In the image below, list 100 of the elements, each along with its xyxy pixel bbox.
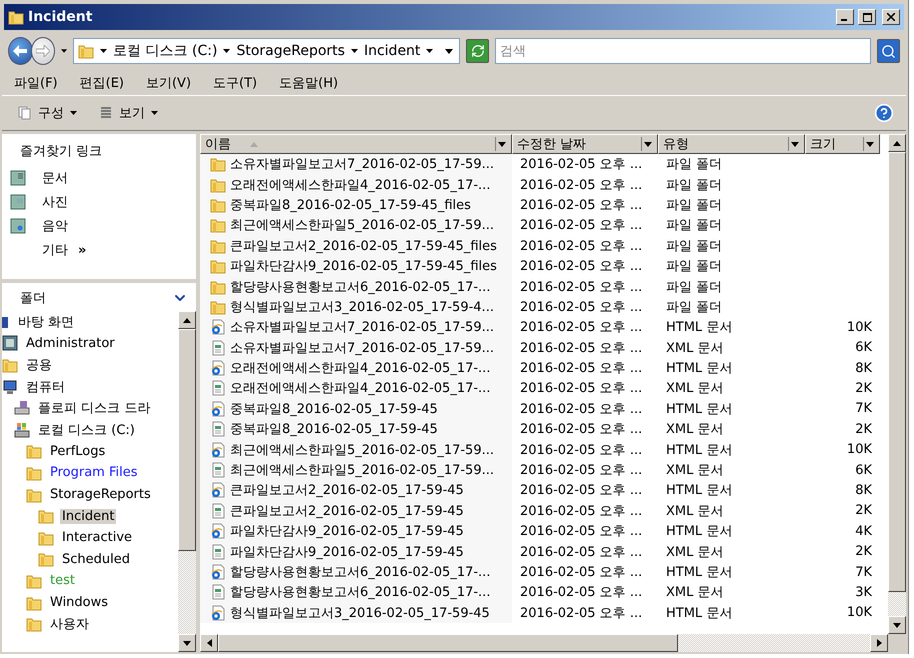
favorite-link[interactable]: 사진 [42,193,68,211]
more-chevron[interactable]: » [78,242,86,258]
folder-icon [38,508,54,524]
table-cell-text: XML 문서 [665,421,724,438]
caret-icon [223,49,230,53]
breadcrumb[interactable]: StorageReports [236,43,345,59]
table-cell-text: 4K [854,524,873,539]
scrollbar[interactable] [178,311,196,652]
tree-item[interactable]: Windows [48,595,110,610]
menu-item[interactable]: 파일(F) [14,74,58,92]
caret-icon [151,111,158,115]
breadcrumb[interactable]: 로컬 디스크 (C:) [113,42,218,60]
maximize-button[interactable] [858,9,876,25]
minimize-button[interactable] [836,9,854,25]
scrollbar[interactable] [200,634,906,652]
refresh-button[interactable] [466,39,490,63]
table-cell-text: 2016-02-05 오후 ... [519,380,644,398]
search-icon [881,44,896,58]
favorite-link[interactable]: 기타 [42,241,68,259]
table-cell-text: HTML 문서 [665,360,734,378]
toolbar-button[interactable]: 구성 [14,102,81,124]
tree-item[interactable]: StorageReports [48,487,153,502]
favorite-link[interactable]: 음악 [42,217,68,235]
floppy-drive-icon [14,400,30,416]
left-arrow-icon [206,639,212,647]
search-field[interactable]: 검색 [495,38,872,64]
table-cell-text: XML 문서 [665,544,724,561]
tree-item[interactable]: Incident [60,508,116,524]
folder-icon [38,530,54,546]
table-cell-text: 2016-02-05 오후 ... [519,217,644,234]
resize-grip[interactable] [888,634,906,652]
scrollbar[interactable] [888,134,906,634]
tree-item[interactable]: Interactive [60,530,134,546]
table-cell-text: 10K [846,320,873,335]
down-arrow-icon [183,640,191,646]
table-cell-text: 파일 폴더 [665,278,724,296]
table-cell-text: 8K [854,482,873,498]
tree-item[interactable]: 컴퓨터 [24,378,67,396]
table-cell-text: HTML 문서 [665,604,734,622]
up-arrow-icon [183,318,191,322]
table-cell-text: HTML 문서 [665,564,734,581]
table-cell-text: 2016-02-05 오후 ... [519,319,644,336]
tree-item[interactable]: Program Files [48,465,140,480]
menu-item[interactable]: 도구(T) [213,74,258,92]
menu-item[interactable]: 편집(E) [80,74,124,92]
tree-item[interactable]: 사용자 [48,615,91,634]
table-cell-text: 2K [854,503,873,518]
close-icon [887,13,895,21]
down-arrow-icon [893,622,901,628]
tree-item[interactable]: 공용 [24,356,54,374]
table-cell-text: 2016-02-05 오후 ... [519,340,644,357]
picture-library-icon [10,194,26,210]
table-cell-text: 2016-02-05 오후 ... [519,176,644,194]
local-disk-icon [14,422,30,438]
pane-title: 폴더 [19,290,47,308]
close-button[interactable] [882,9,900,25]
up-arrow-icon [893,140,901,146]
folder-icon [210,278,226,295]
back-button[interactable] [8,37,33,65]
table-cell-text: 2016-02-05 오후 ... [519,584,644,602]
folder-icon [2,356,18,373]
down-arrow-icon [445,48,454,54]
breadcrumb[interactable]: Incident [364,43,420,59]
tree-item[interactable]: Scheduled [60,552,132,567]
table-cell-text: HTML 문서 [665,523,734,540]
down-arrow-icon [790,142,798,146]
column-header[interactable]: 크기 [805,134,880,154]
column-header[interactable]: 수정한 날짜 [512,134,658,154]
search-button[interactable] [877,39,900,63]
table-cell-text: 파일 폴더 [665,176,724,194]
list-view-icon [99,106,113,120]
toolbar-button[interactable]: 보기 [95,102,162,124]
menu-item[interactable]: 도움말(H) [279,74,338,92]
folder-icon [210,196,226,213]
caret-icon [100,49,108,53]
column-header[interactable]: 이름 [200,134,512,154]
table-cell-text: 2016-02-05 오후 ... [519,360,644,378]
right-arrow-icon [876,639,882,647]
menu-item[interactable]: 보기(V) [146,74,192,92]
table-cell-text: 10K [846,442,873,458]
tree-item[interactable]: 로컬 디스크 (C:) [36,420,137,439]
tree-item[interactable]: 플로피 디스크 드라 [36,399,152,418]
table-cell-text: 파일 폴더 [665,258,724,276]
table-cell-text: 파일 폴더 [665,217,724,234]
tree-item[interactable]: 바탕 화면 [16,312,76,331]
tree-item[interactable]: PerfLogs [48,444,108,459]
help-icon[interactable] [874,103,894,123]
tree-item[interactable]: Administrator [24,336,117,351]
column-header[interactable]: 유형 [658,134,805,154]
table-cell-text: 파일 폴더 [665,298,724,316]
caret-icon [426,49,434,53]
folder-icon [210,298,226,315]
table-cell-text: 2016-02-05 오후 ... [519,462,644,480]
table-cell-text: 3K [854,584,873,600]
table-cell-text: XML 문서 [665,380,724,398]
forward-button[interactable] [30,37,56,65]
favorite-link[interactable]: 문서 [42,169,68,187]
address-bar[interactable]: 로컬 디스크 (C:) StorageReports Incident [73,38,460,64]
down-arrow-icon [644,142,652,146]
table-cell-text: 6K [854,340,873,356]
